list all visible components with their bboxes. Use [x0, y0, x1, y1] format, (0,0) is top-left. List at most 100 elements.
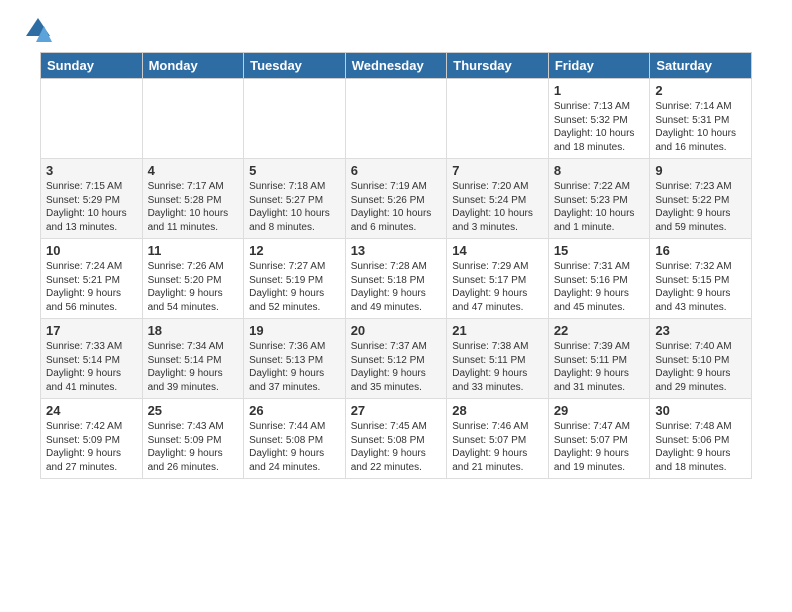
day-number: 19	[249, 323, 340, 338]
cell-content: Sunrise: 7:45 AM Sunset: 5:08 PM Dayligh…	[351, 420, 442, 474]
calendar: SundayMondayTuesdayWednesdayThursdayFrid…	[40, 52, 752, 479]
cell-content: Sunrise: 7:32 AM Sunset: 5:15 PM Dayligh…	[655, 260, 746, 314]
cell-content: Sunrise: 7:24 AM Sunset: 5:21 PM Dayligh…	[46, 260, 137, 314]
logo	[20, 16, 52, 44]
day-number: 7	[452, 163, 543, 178]
day-header: Wednesday	[345, 53, 447, 79]
calendar-cell	[142, 79, 244, 159]
calendar-cell: 1 Sunrise: 7:13 AM Sunset: 5:32 PM Daylig…	[548, 79, 650, 159]
cell-content: Sunrise: 7:22 AM Sunset: 5:23 PM Dayligh…	[554, 180, 645, 234]
calendar-cell: 21 Sunrise: 7:38 AM Sunset: 5:11 PM Dayli…	[447, 319, 549, 399]
day-number: 25	[148, 403, 239, 418]
calendar-cell	[345, 79, 447, 159]
calendar-cell: 12 Sunrise: 7:27 AM Sunset: 5:19 PM Dayli…	[244, 239, 346, 319]
calendar-cell: 14 Sunrise: 7:29 AM Sunset: 5:17 PM Dayli…	[447, 239, 549, 319]
calendar-cell: 22Sunrise: 7:39 AM Sunset: 5:11 PM Dayli…	[548, 319, 650, 399]
day-number: 9	[655, 163, 746, 178]
day-header: Friday	[548, 53, 650, 79]
calendar-cell: 17 Sunrise: 7:33 AM Sunset: 5:14 PM Dayli…	[41, 319, 143, 399]
day-number: 21	[452, 323, 543, 338]
calendar-cell: 27 Sunrise: 7:45 AM Sunset: 5:08 PM Dayli…	[345, 399, 447, 479]
cell-content: Sunrise: 7:46 AM Sunset: 5:07 PM Dayligh…	[452, 420, 543, 474]
calendar-cell	[447, 79, 549, 159]
calendar-cell	[244, 79, 346, 159]
calendar-cell: 25 Sunrise: 7:43 AM Sunset: 5:09 PM Dayli…	[142, 399, 244, 479]
day-header: Monday	[142, 53, 244, 79]
day-number: 28	[452, 403, 543, 418]
day-number: 3	[46, 163, 137, 178]
calendar-cell: 7 Sunrise: 7:20 AM Sunset: 5:24 PM Daylig…	[447, 159, 549, 239]
day-number: 8	[554, 163, 645, 178]
cell-content: Sunrise: 7:13 AM Sunset: 5:32 PM Dayligh…	[554, 100, 645, 154]
cell-content: Sunrise: 7:34 AM Sunset: 5:14 PM Dayligh…	[148, 340, 239, 394]
calendar-cell: 29 Sunrise: 7:47 AM Sunset: 5:07 PM Dayli…	[548, 399, 650, 479]
cell-content: Sunrise: 7:14 AM Sunset: 5:31 PM Dayligh…	[655, 100, 746, 154]
cell-content: Sunrise: 7:47 AM Sunset: 5:07 PM Dayligh…	[554, 420, 645, 474]
cell-content: Sunrise: 7:29 AM Sunset: 5:17 PM Dayligh…	[452, 260, 543, 314]
cell-content: Sunrise: 7:40 AM Sunset: 5:10 PM Dayligh…	[655, 340, 746, 394]
calendar-cell: 15 Sunrise: 7:31 AM Sunset: 5:16 PM Dayli…	[548, 239, 650, 319]
cell-content: Sunrise: 7:44 AM Sunset: 5:08 PM Dayligh…	[249, 420, 340, 474]
calendar-cell: 2 Sunrise: 7:14 AM Sunset: 5:31 PM Daylig…	[650, 79, 752, 159]
calendar-cell: 16Sunrise: 7:32 AM Sunset: 5:15 PM Dayli…	[650, 239, 752, 319]
cell-content: Sunrise: 7:43 AM Sunset: 5:09 PM Dayligh…	[148, 420, 239, 474]
cell-content: Sunrise: 7:48 AM Sunset: 5:06 PM Dayligh…	[655, 420, 746, 474]
day-number: 13	[351, 243, 442, 258]
calendar-cell: 23 Sunrise: 7:40 AM Sunset: 5:10 PM Dayli…	[650, 319, 752, 399]
day-header: Tuesday	[244, 53, 346, 79]
day-number: 11	[148, 243, 239, 258]
calendar-cell: 5Sunrise: 7:18 AM Sunset: 5:27 PM Daylig…	[244, 159, 346, 239]
calendar-wrapper: SundayMondayTuesdayWednesdayThursdayFrid…	[0, 52, 792, 489]
calendar-cell: 20 Sunrise: 7:37 AM Sunset: 5:12 PM Dayli…	[345, 319, 447, 399]
day-number: 30	[655, 403, 746, 418]
calendar-cell: 6 Sunrise: 7:19 AM Sunset: 5:26 PM Daylig…	[345, 159, 447, 239]
page-header	[0, 0, 792, 52]
calendar-cell: 11 Sunrise: 7:26 AM Sunset: 5:20 PM Dayli…	[142, 239, 244, 319]
cell-content: Sunrise: 7:33 AM Sunset: 5:14 PM Dayligh…	[46, 340, 137, 394]
day-number: 27	[351, 403, 442, 418]
calendar-cell: 18 Sunrise: 7:34 AM Sunset: 5:14 PM Dayli…	[142, 319, 244, 399]
cell-content: Sunrise: 7:31 AM Sunset: 5:16 PM Dayligh…	[554, 260, 645, 314]
cell-content: Sunrise: 7:38 AM Sunset: 5:11 PM Dayligh…	[452, 340, 543, 394]
logo-icon	[24, 16, 52, 44]
day-number: 2	[655, 83, 746, 98]
day-header: Saturday	[650, 53, 752, 79]
day-number: 24	[46, 403, 137, 418]
day-number: 12	[249, 243, 340, 258]
calendar-cell: 24 Sunrise: 7:42 AM Sunset: 5:09 PM Dayli…	[41, 399, 143, 479]
day-number: 20	[351, 323, 442, 338]
day-number: 17	[46, 323, 137, 338]
cell-content: Sunrise: 7:20 AM Sunset: 5:24 PM Dayligh…	[452, 180, 543, 234]
day-number: 23	[655, 323, 746, 338]
cell-content: Sunrise: 7:26 AM Sunset: 5:20 PM Dayligh…	[148, 260, 239, 314]
cell-content: Sunrise: 7:42 AM Sunset: 5:09 PM Dayligh…	[46, 420, 137, 474]
calendar-cell: 26 Sunrise: 7:44 AM Sunset: 5:08 PM Dayli…	[244, 399, 346, 479]
day-number: 18	[148, 323, 239, 338]
cell-content: Sunrise: 7:37 AM Sunset: 5:12 PM Dayligh…	[351, 340, 442, 394]
day-number: 10	[46, 243, 137, 258]
cell-content: Sunrise: 7:19 AM Sunset: 5:26 PM Dayligh…	[351, 180, 442, 234]
day-number: 1	[554, 83, 645, 98]
day-number: 22	[554, 323, 645, 338]
cell-content: Sunrise: 7:27 AM Sunset: 5:19 PM Dayligh…	[249, 260, 340, 314]
calendar-cell: 28 Sunrise: 7:46 AM Sunset: 5:07 PM Dayli…	[447, 399, 549, 479]
day-number: 6	[351, 163, 442, 178]
day-number: 29	[554, 403, 645, 418]
calendar-cell: 4 Sunrise: 7:17 AM Sunset: 5:28 PM Daylig…	[142, 159, 244, 239]
calendar-cell: 19 Sunrise: 7:36 AM Sunset: 5:13 PM Dayli…	[244, 319, 346, 399]
day-number: 15	[554, 243, 645, 258]
day-number: 26	[249, 403, 340, 418]
cell-content: Sunrise: 7:15 AM Sunset: 5:29 PM Dayligh…	[46, 180, 137, 234]
day-header: Thursday	[447, 53, 549, 79]
cell-content: Sunrise: 7:28 AM Sunset: 5:18 PM Dayligh…	[351, 260, 442, 314]
cell-content: Sunrise: 7:17 AM Sunset: 5:28 PM Dayligh…	[148, 180, 239, 234]
calendar-cell: 8 Sunrise: 7:22 AM Sunset: 5:23 PM Daylig…	[548, 159, 650, 239]
cell-content: Sunrise: 7:36 AM Sunset: 5:13 PM Dayligh…	[249, 340, 340, 394]
calendar-cell	[41, 79, 143, 159]
day-number: 14	[452, 243, 543, 258]
cell-content: Sunrise: 7:23 AM Sunset: 5:22 PM Dayligh…	[655, 180, 746, 234]
day-number: 5	[249, 163, 340, 178]
calendar-cell: 30 Sunrise: 7:48 AM Sunset: 5:06 PM Dayli…	[650, 399, 752, 479]
day-header: Sunday	[41, 53, 143, 79]
day-number: 4	[148, 163, 239, 178]
